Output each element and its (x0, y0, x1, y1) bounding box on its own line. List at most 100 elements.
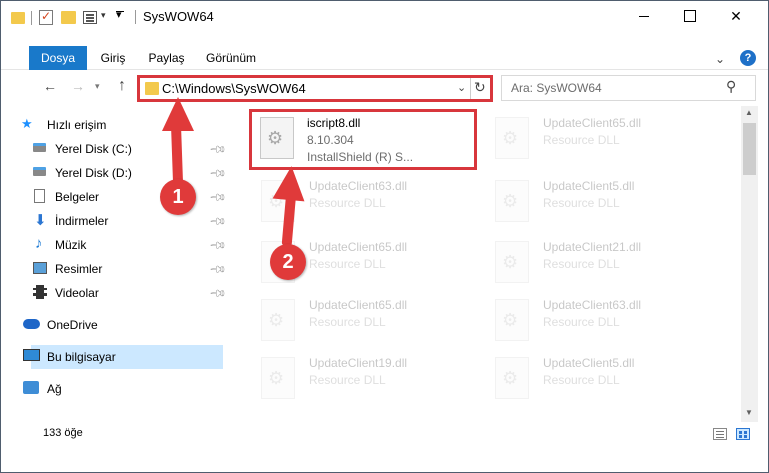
explorer-window: ▾ ▾ SysWOW64 Dosya Giriş Paylaş Görünüm … (0, 0, 769, 473)
tab-home[interactable]: Giriş (93, 46, 133, 70)
sidebar-item-label: İndirmeler (55, 214, 109, 228)
file-item[interactable]: UpdateClient5.dll Resource DLL (485, 172, 715, 230)
help-icon[interactable]: ? (740, 50, 756, 66)
pin-icon[interactable]: 📌︎ (208, 235, 227, 254)
file-item[interactable]: UpdateClient21.dll Resource DLL (485, 233, 715, 291)
recent-locations-icon[interactable]: ▾ (95, 81, 100, 92)
pin-icon[interactable]: 📌︎ (208, 187, 227, 206)
search-placeholder: Ara: SysWOW64 (511, 81, 602, 95)
tab-view[interactable]: Görünüm (198, 46, 264, 70)
file-item[interactable]: UpdateClient65.dll Resource DLL (485, 109, 715, 167)
large-icons-view-icon[interactable] (736, 428, 750, 440)
scroll-up-icon[interactable]: ▲ (745, 108, 753, 117)
folder-icon (145, 82, 159, 95)
address-path[interactable]: C:\Windows\SysWOW64 (162, 81, 306, 96)
scroll-down-icon[interactable]: ▼ (745, 408, 753, 417)
forward-arrow-icon[interactable]: → (71, 78, 85, 94)
file-item-iscript8[interactable]: iscript8.dll 8.10.304 InstallShield (R) … (249, 109, 477, 170)
file-name: UpdateClient63.dll (309, 179, 408, 193)
dll-file-icon (260, 117, 294, 159)
ribbon-tabs: Dosya Giriş Paylaş Görünüm ⌄ ? (1, 46, 768, 70)
title-separator (135, 10, 136, 24)
dll-file-icon (495, 357, 529, 399)
file-name: UpdateClient19.dll (309, 356, 408, 370)
computer-icon (23, 349, 40, 361)
navigation-bar: ← → ▾ ↑ C:\Windows\SysWOW64 ⌄ ↻ Ara: Sys… (1, 73, 768, 103)
file-description: InstallShield (R) S... (307, 150, 414, 164)
sidebar-item-downloads[interactable]: ⬇ İndirmeler 📌︎ (31, 209, 227, 233)
file-description: Resource DLL (309, 196, 386, 210)
sidebar-item-videos[interactable]: Videolar 📌︎ (31, 281, 227, 305)
expand-ribbon-icon[interactable]: ⌄ (715, 52, 725, 66)
file-description: Resource DLL (543, 373, 620, 387)
back-arrow-icon[interactable]: ← (43, 78, 57, 94)
tab-share[interactable]: Paylaş (144, 46, 189, 70)
documents-icon (34, 189, 45, 203)
chevron-down-icon[interactable]: ▾ (101, 10, 106, 26)
dll-file-icon (495, 117, 529, 159)
drive-icon (33, 143, 46, 152)
sidebar-item-network[interactable]: Ağ (23, 377, 223, 401)
close-button[interactable] (713, 1, 759, 31)
vertical-scrollbar[interactable]: ▲ ▼ (741, 106, 758, 422)
sidebar-item-onedrive[interactable]: OneDrive (23, 313, 223, 337)
pin-icon[interactable]: 📌︎ (208, 139, 227, 158)
sidebar-item-quick-access[interactable]: ★ Hızlı erişim (21, 113, 223, 137)
file-description: Resource DLL (309, 257, 386, 271)
sidebar-item-pictures[interactable]: Resimler 📌︎ (31, 257, 227, 281)
dll-file-icon (261, 299, 295, 341)
file-name: iscript8.dll (307, 116, 361, 130)
sidebar-item-label: Müzik (55, 238, 87, 252)
sidebar-item-music[interactable]: ♪ Müzik 📌︎ (31, 233, 227, 257)
pin-icon[interactable]: 📌︎ (208, 283, 227, 302)
status-bar: 133 öğe (1, 422, 768, 446)
maximize-button[interactable] (667, 1, 713, 31)
network-icon (23, 381, 39, 394)
pin-icon[interactable]: 📌︎ (208, 163, 227, 182)
file-item[interactable]: UpdateClient5.dll Resource DLL (485, 349, 715, 407)
search-input[interactable]: Ara: SysWOW64 ⚲ (501, 75, 756, 101)
new-folder-icon[interactable] (61, 11, 76, 24)
item-count: 133 öğe (43, 427, 83, 439)
sidebar-item-local-disk-d[interactable]: Yerel Disk (D:) 📌︎ (31, 161, 227, 185)
file-name: UpdateClient65.dll (309, 240, 408, 254)
sidebar-item-label: Videolar (55, 286, 99, 300)
minimize-button[interactable] (621, 1, 667, 31)
tab-file[interactable]: Dosya (29, 46, 87, 70)
dll-file-icon (495, 241, 529, 283)
step-badge-2: 2 (270, 244, 306, 280)
scrollbar-thumb[interactable] (743, 123, 756, 175)
file-list: iscript8.dll 8.10.304 InstallShield (R) … (241, 106, 739, 422)
file-name: UpdateClient65.dll (309, 298, 408, 312)
up-arrow-icon[interactable]: ↑ (118, 77, 126, 95)
star-icon: ★ (21, 116, 33, 131)
sidebar-item-this-pc[interactable]: Bu bilgisayar (23, 345, 223, 369)
cloud-icon (23, 319, 40, 329)
window-title: SysWOW64 (143, 9, 214, 24)
chevron-down-icon[interactable]: ⌄ (457, 81, 466, 94)
sidebar-item-label: Yerel Disk (C:) (55, 142, 132, 156)
search-icon[interactable]: ⚲ (726, 78, 736, 95)
customize-toolbar-icon[interactable]: ▾ (116, 8, 124, 24)
refresh-icon[interactable]: ↻ (474, 79, 486, 96)
step-badge-1: 1 (160, 179, 196, 215)
pin-icon[interactable]: 📌︎ (208, 259, 227, 278)
file-item[interactable]: UpdateClient65.dll Resource DLL (251, 291, 481, 349)
file-item[interactable]: UpdateClient63.dll Resource DLL (485, 291, 715, 349)
properties-icon[interactable] (39, 9, 53, 25)
details-view-icon[interactable] (713, 428, 727, 440)
dll-file-icon (495, 180, 529, 222)
file-description: Resource DLL (543, 315, 620, 329)
annotation-arrow-head (272, 164, 308, 202)
title-separator (31, 11, 32, 25)
video-icon (33, 285, 47, 299)
pin-icon[interactable]: 📌︎ (208, 211, 227, 230)
navigation-pane: ★ Hızlı erişim Yerel Disk (C:) 📌︎ Yerel … (1, 106, 227, 422)
file-item[interactable]: UpdateClient19.dll Resource DLL (251, 349, 481, 407)
view-options-icon[interactable] (83, 11, 97, 24)
sidebar-item-label: Resimler (55, 262, 103, 276)
sidebar-item-local-disk-c[interactable]: Yerel Disk (C:) 📌︎ (31, 137, 227, 161)
pictures-icon (33, 262, 47, 274)
file-description: Resource DLL (543, 257, 620, 271)
file-name: UpdateClient5.dll (543, 179, 635, 193)
